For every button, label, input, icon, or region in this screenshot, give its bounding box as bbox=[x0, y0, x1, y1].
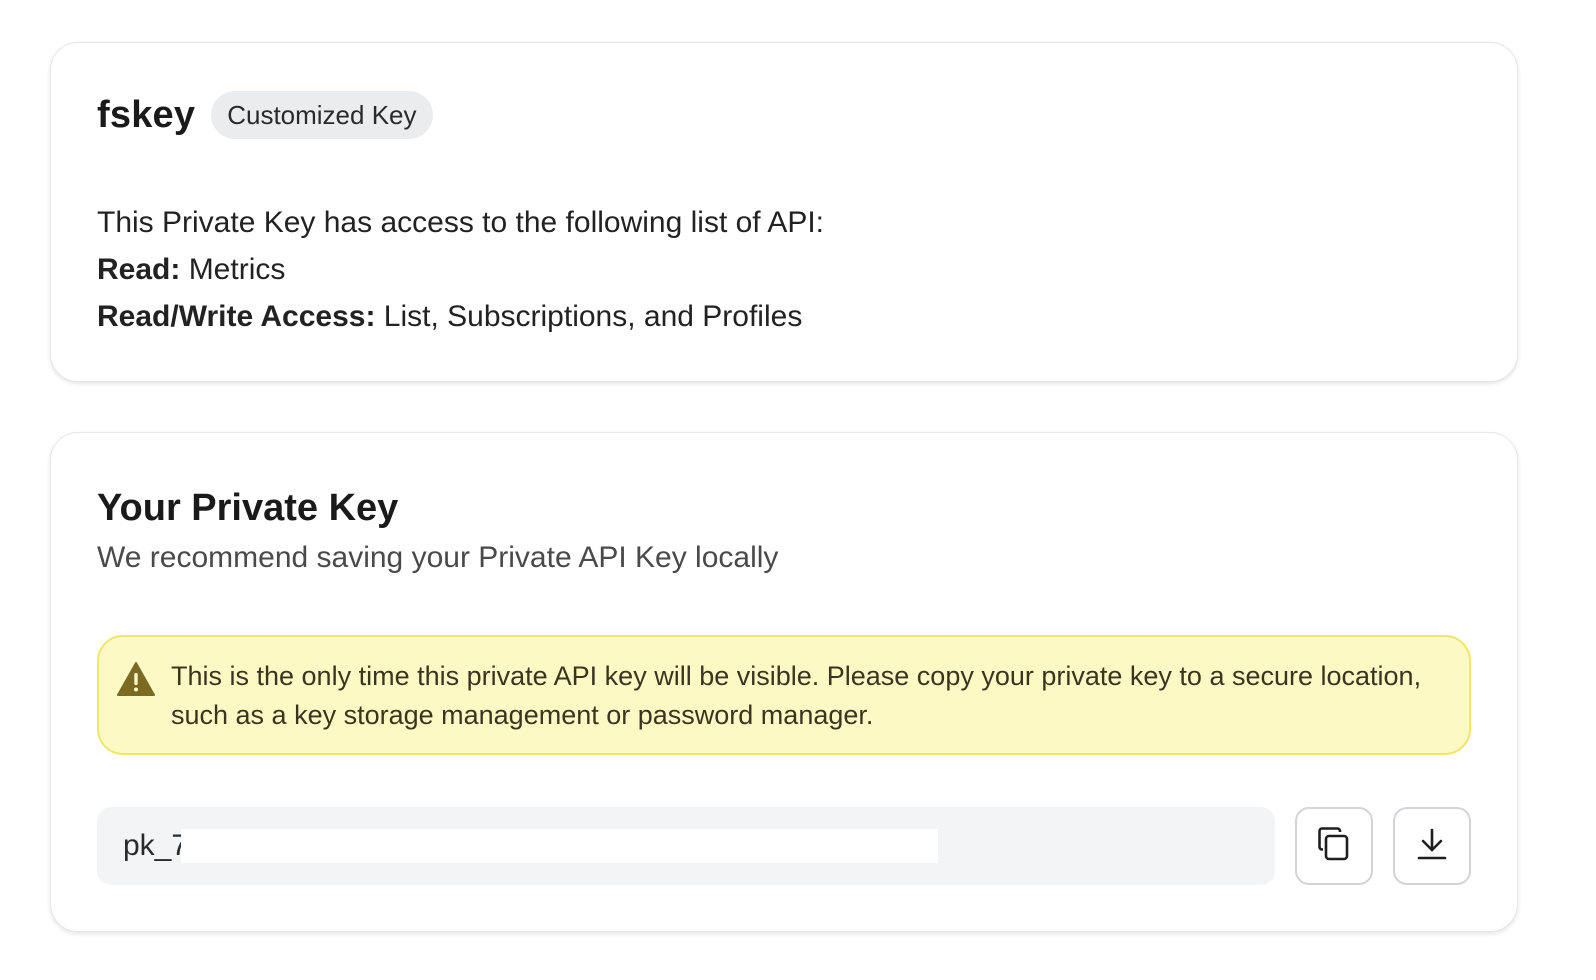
readwrite-access-line: Read/Write Access: List, Subscriptions, … bbox=[97, 293, 824, 340]
key-type-badge: Customized Key bbox=[211, 91, 433, 139]
download-icon bbox=[1414, 826, 1450, 867]
warning-text: This is the only time this private API k… bbox=[171, 661, 1422, 730]
redacted-key-overlay bbox=[181, 829, 938, 863]
copy-icon bbox=[1316, 826, 1352, 867]
private-key-card: Your Private Key We recommend saving you… bbox=[50, 432, 1518, 932]
private-key-field[interactable]: pk_7 bbox=[97, 807, 1275, 885]
readwrite-label: Read/Write Access: bbox=[97, 300, 376, 333]
warning-icon bbox=[117, 661, 155, 697]
private-key-value[interactable]: pk_7 bbox=[123, 829, 188, 863]
copy-key-button[interactable] bbox=[1295, 807, 1373, 885]
download-key-button[interactable] bbox=[1393, 807, 1471, 885]
key-info-card: fskey Customized Key This Private Key ha… bbox=[50, 42, 1518, 382]
access-intro: This Private Key has access to the follo… bbox=[97, 206, 825, 239]
visibility-warning-banner: This is the only time this private API k… bbox=[97, 635, 1471, 755]
private-key-title: Your Private Key bbox=[97, 487, 399, 529]
read-value: Metrics bbox=[180, 253, 286, 286]
access-description: This Private Key has access to the follo… bbox=[97, 199, 824, 340]
read-label: Read: bbox=[97, 253, 181, 286]
key-header: fskey Customized Key bbox=[97, 91, 433, 139]
readwrite-value: List, Subscriptions, and Profiles bbox=[375, 300, 803, 333]
key-name: fskey bbox=[97, 93, 196, 136]
read-access-line: Read: Metrics bbox=[97, 246, 824, 293]
private-key-subtitle: We recommend saving your Private API Key… bbox=[97, 541, 779, 574]
